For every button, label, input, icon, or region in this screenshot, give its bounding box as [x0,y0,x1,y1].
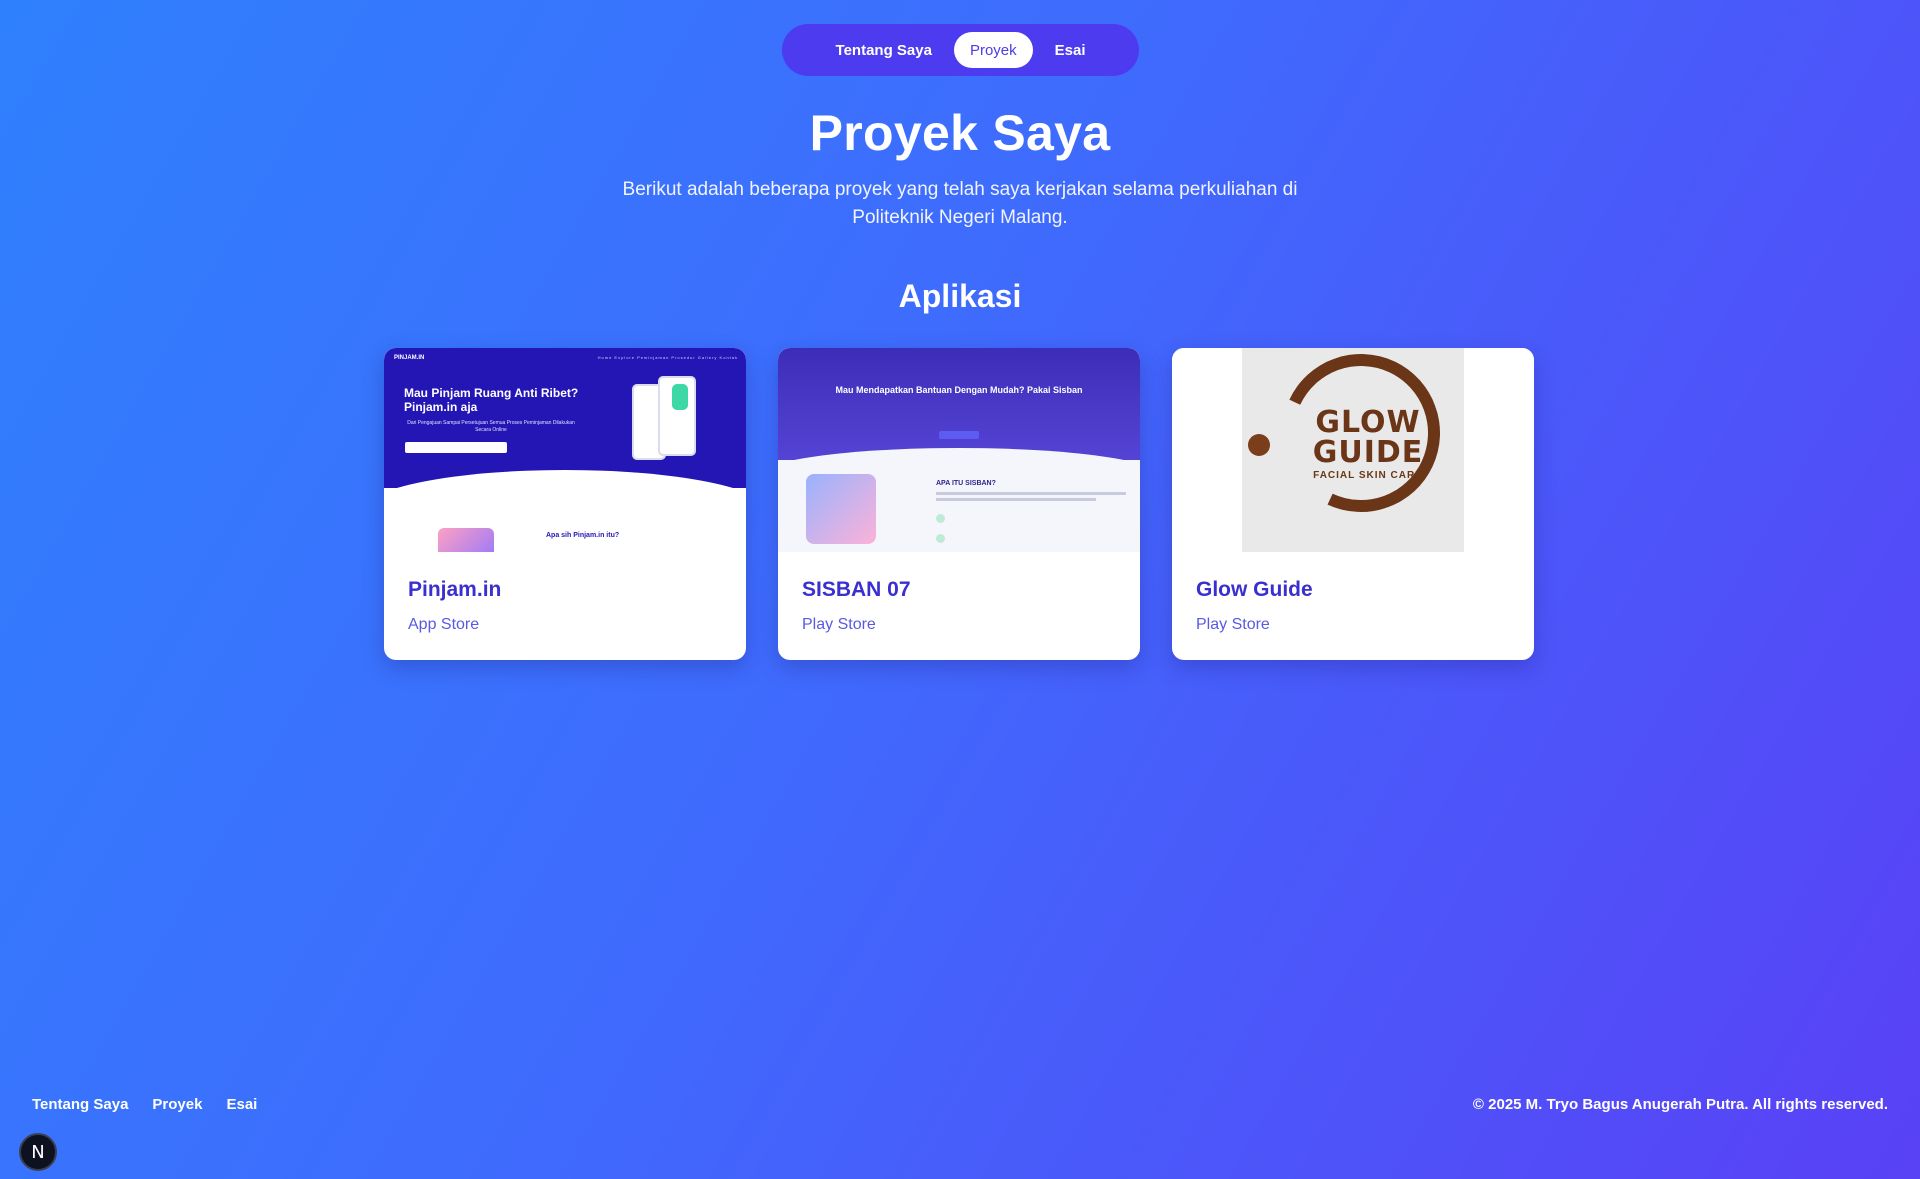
project-thumbnail: Mau Mendapatkan Bantuan Dengan Mudah? Pa… [778,348,1140,552]
copyright: © 2025 M. Tryo Bagus Anugerah Putra. All… [1472,1096,1888,1113]
footer-links: Tentang Saya Proyek Esai [32,1096,257,1113]
project-thumbnail: PINJAM.IN Home Explore Peminjaman Prosed… [384,348,746,552]
card-title: Pinjam.in [408,578,502,601]
thumbnail-section-heading: Apa sih Pinjam.in itu? [546,532,620,539]
store-link[interactable]: Play Store [802,616,1116,634]
footer-link-tentang-saya[interactable]: Tentang Saya [32,1096,128,1113]
page-title: Proyek Saya [809,105,1111,161]
thumbnail-section-heading: APA ITU SISBAN? [936,480,996,487]
card-body: Glow Guide Play Store [1172,552,1534,634]
thumbnail-logo: PINJAM.IN [394,355,425,361]
thumbnail-headline: Mau Pinjam Ruang Anti Ribet? Pinjam.in a… [404,386,579,414]
footer-link-esai[interactable]: Esai [226,1096,257,1113]
card-title: SISBAN 07 [802,578,911,601]
feature-icon [936,514,945,523]
card-title: Glow Guide [1196,578,1313,601]
page-subtitle: Berikut adalah beberapa proyek yang tela… [622,179,1298,228]
project-thumbnail: GLOW GUIDE FACIAL SKIN CARE [1172,348,1534,552]
badge-letter: N [31,1141,45,1163]
nextjs-icon[interactable]: N [19,1133,57,1171]
glow-guide-logo: GLOW GUIDE FACIAL SKIN CARE [1242,348,1464,552]
thumbnail-headline: Mau Mendapatkan Bantuan Dengan Mudah? Pa… [835,385,1083,395]
feature-icon [936,534,945,543]
thumbnail-button [939,431,979,439]
logo-text: GLOW GUIDE [1312,405,1424,470]
thumbnail-hero-band [778,348,1140,460]
project-card-glow-guide[interactable]: GLOW GUIDE FACIAL SKIN CARE Glow Guide P… [1172,348,1534,660]
thumbnail-menu: Home Explore Peminjaman Prosedur Gallery… [597,355,738,360]
nav-tentang-saya[interactable]: Tentang Saya [820,32,948,68]
thumbnail-tagline: Dari Pengajuan Sampai Persetujuan Semua … [407,420,575,433]
card-body: SISBAN 07 Play Store [778,552,1140,634]
person-illustration [672,384,688,410]
illustration [806,474,876,544]
text-line [936,492,1126,495]
project-card-sisban-07[interactable]: Mau Mendapatkan Bantuan Dengan Mudah? Pa… [778,348,1140,660]
project-cards: PINJAM.IN Home Explore Peminjaman Prosed… [384,348,1534,660]
project-card-pinjam-in[interactable]: PINJAM.IN Home Explore Peminjaman Prosed… [384,348,746,660]
store-link[interactable]: Play Store [1196,616,1510,634]
store-link[interactable]: App Store [408,616,722,634]
footer-link-proyek[interactable]: Proyek [152,1096,202,1113]
nav-esai[interactable]: Esai [1039,32,1102,68]
logo-dot [1248,434,1270,456]
nav-proyek[interactable]: Proyek [953,32,1033,68]
card-body: Pinjam.in App Store [384,552,746,634]
section-title-aplikasi: Aplikasi [898,278,1022,314]
illustration [438,528,494,552]
top-nav: Tentang Saya Proyek Esai [782,24,1139,76]
logo-tagline: FACIAL SKIN CARE [1313,470,1423,481]
thumbnail-search-bar [405,442,507,453]
text-line [936,498,1096,501]
